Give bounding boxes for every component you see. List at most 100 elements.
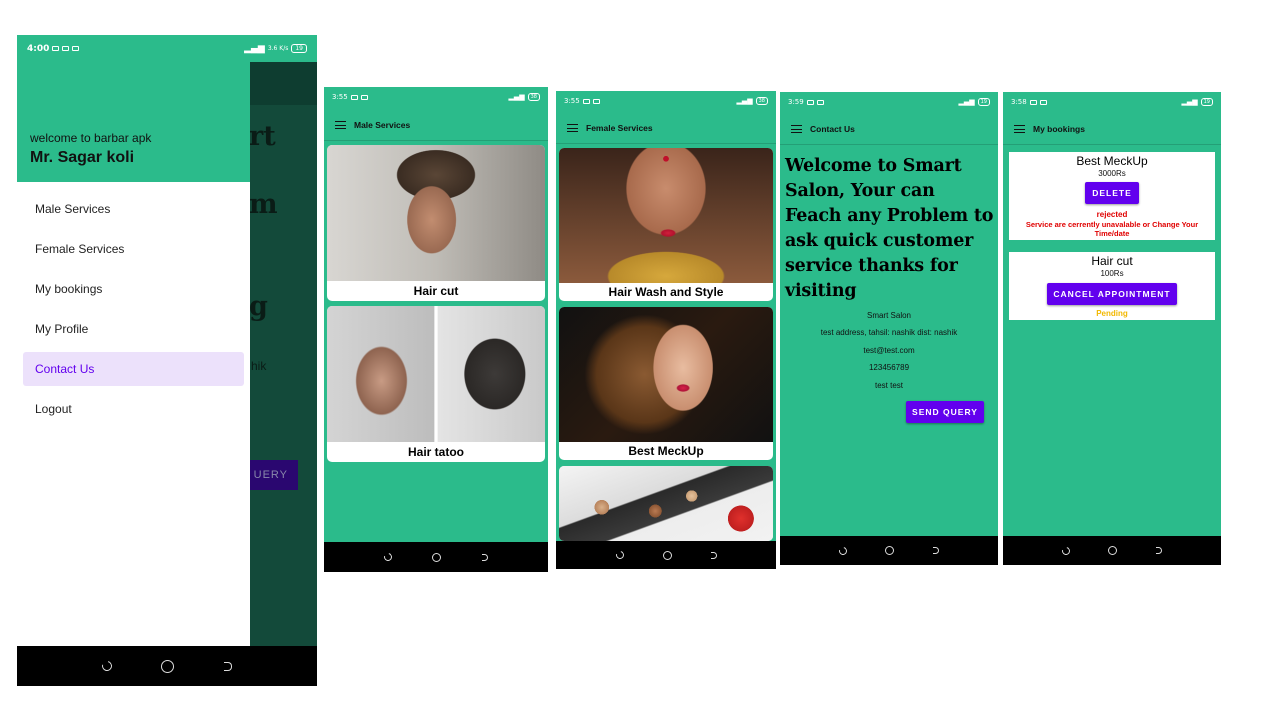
- send-query-button[interactable]: SEND QUERY: [906, 401, 984, 423]
- recent-apps-icon[interactable]: [224, 661, 233, 671]
- system-nav-bar: [17, 646, 317, 686]
- menu-icon[interactable]: [567, 124, 578, 133]
- status-time: 3:55: [332, 93, 348, 101]
- card-label: Best MeckUp: [628, 444, 704, 458]
- back-icon[interactable]: [837, 545, 849, 556]
- salon-phone: 123456789: [868, 363, 910, 372]
- cancel-appointment-button[interactable]: CANCEL APPOINTMENT: [1047, 283, 1177, 305]
- page-title: Contact Us: [810, 124, 855, 134]
- salon-email: test@test.com: [863, 346, 915, 355]
- home-icon[interactable]: [161, 659, 175, 673]
- battery-icon: 38: [755, 97, 768, 105]
- behind-heading-fragment: m: [249, 189, 278, 220]
- signal-icon: ▂▄▆: [1181, 98, 1198, 106]
- recent-apps-icon[interactable]: [481, 553, 488, 561]
- toolbar-divider: [780, 144, 998, 145]
- home-icon[interactable]: [885, 546, 895, 555]
- recent-apps-icon[interactable]: [932, 547, 939, 554]
- recent-apps-icon[interactable]: [710, 551, 717, 559]
- gallery-icon: [1029, 99, 1037, 105]
- drawer-item-logout[interactable]: Logout: [23, 392, 244, 426]
- battery-icon: 19: [291, 44, 307, 53]
- drawer-user-name: Mr. Sagar koli: [30, 149, 135, 166]
- status-time: 3:59: [788, 98, 804, 106]
- app-toolbar: Contact Us: [780, 121, 998, 137]
- behind-query-button: UERY: [247, 460, 298, 490]
- menu-icon[interactable]: [335, 121, 346, 130]
- booking-service-name: Hair cut: [1091, 254, 1133, 268]
- service-card-hair-wash-and-style[interactable]: Hair Wash and Style: [559, 148, 773, 301]
- service-card-hair-tatoo[interactable]: Hair tatoo: [327, 306, 545, 462]
- drawer-item-label: Female Services: [35, 242, 125, 256]
- drawer-item-my-bookings[interactable]: My bookings: [23, 272, 244, 306]
- page-title: Female Services: [586, 123, 653, 133]
- drawer-welcome-text: welcome to barbar apk: [30, 131, 152, 145]
- app-toolbar: Male Services: [324, 117, 548, 133]
- card-label: Hair cut: [413, 284, 459, 298]
- toolbar-divider: [556, 143, 776, 144]
- drawer-item-label: My Profile: [35, 322, 89, 336]
- phone-male-services-screen: 3:55 ▂▄▆ 38 Male Services Hair cut Hair …: [324, 87, 548, 572]
- booking-status-pending: Pending: [1096, 309, 1128, 318]
- home-icon[interactable]: [662, 550, 672, 560]
- status-bar: 3:59 ▂▄▆ 19: [780, 96, 998, 108]
- service-card-hair-cut[interactable]: Hair cut: [327, 145, 545, 301]
- phone-my-bookings-screen: 3:58 ▂▄▆ 19 My bookings Best MeckUp 3000…: [1003, 92, 1221, 565]
- hair-tatoo-image: [327, 306, 545, 442]
- youtube-icon: [1039, 99, 1047, 105]
- menu-icon[interactable]: [1014, 125, 1025, 134]
- behind-text-fragment: hik: [251, 359, 267, 373]
- page-title: My bookings: [1033, 124, 1085, 134]
- salon-extra: test test: [874, 381, 903, 390]
- status-time: 3:55: [564, 97, 580, 105]
- service-card-best-meckup[interactable]: Best MeckUp: [559, 307, 773, 460]
- drawer-header: welcome to barbar apk Mr. Sagar koli: [17, 62, 250, 182]
- signal-icon: ▂▄▆: [736, 97, 753, 105]
- navigation-drawer: welcome to barbar apk Mr. Sagar koli Mal…: [17, 62, 250, 646]
- booking-price: 3000Rs: [1098, 169, 1126, 178]
- home-icon[interactable]: [1108, 546, 1118, 555]
- behind-heading-fragment: g: [249, 291, 268, 322]
- battery-icon: 19: [977, 98, 990, 106]
- phone-female-services-screen: 3:55 ▂▄▆ 38 Female Services Hair Wash an…: [556, 91, 776, 569]
- status-bar: 4:00 ▂▄▆ 3.6 K/s 19: [17, 35, 317, 62]
- delete-booking-button[interactable]: DELETE: [1085, 182, 1139, 204]
- home-icon[interactable]: [432, 552, 442, 562]
- booking-card: Best MeckUp 3000Rs DELETE rejected Servi…: [1009, 152, 1215, 240]
- toolbar-divider: [324, 140, 548, 141]
- bag-icon: [816, 99, 824, 105]
- menu-icon[interactable]: [791, 125, 802, 134]
- recent-apps-icon[interactable]: [1155, 547, 1162, 554]
- drawer-item-my-profile[interactable]: My Profile: [23, 312, 244, 346]
- service-card-makeup-products[interactable]: [559, 466, 773, 541]
- back-icon[interactable]: [99, 659, 114, 673]
- signal-icon: ▂▄▆: [508, 93, 525, 101]
- best-meckup-image: [559, 307, 773, 442]
- hair-wash-image: [559, 148, 773, 283]
- status-bar: 3:55 ▂▄▆ 38: [324, 91, 548, 103]
- bag-icon: [360, 94, 368, 100]
- status-time: 3:58: [1011, 98, 1027, 106]
- drawer-item-label: Logout: [35, 402, 72, 416]
- youtube-icon: [350, 94, 358, 100]
- drawer-item-female-services[interactable]: Female Services: [23, 232, 244, 266]
- back-icon[interactable]: [1060, 545, 1072, 556]
- signal-icon: ▂▄▆: [244, 43, 265, 54]
- card-label: Hair tatoo: [407, 445, 464, 459]
- system-nav-bar: [1003, 536, 1221, 565]
- drawer-item-male-services[interactable]: Male Services: [23, 192, 244, 226]
- back-icon[interactable]: [614, 549, 625, 561]
- makeup-products-image: [559, 466, 773, 541]
- behind-heading-fragment: rt: [249, 121, 276, 152]
- app-toolbar: My bookings: [1003, 121, 1221, 137]
- battery-icon: 19: [1200, 98, 1213, 106]
- phone-contact-us-screen: 3:59 ▂▄▆ 19 Contact Us Welcome to Smart …: [780, 92, 998, 565]
- bag-icon: [62, 46, 70, 51]
- booking-price: 100Rs: [1100, 269, 1124, 278]
- welcome-headline: Welcome to Smart Salon, Your can Feach a…: [785, 156, 994, 301]
- drawer-item-contact-us[interactable]: Contact Us: [23, 352, 244, 386]
- status-bar: 3:55 ▂▄▆ 38: [556, 95, 776, 107]
- youtube-icon: [806, 99, 814, 105]
- back-icon[interactable]: [382, 551, 394, 563]
- drawer-item-label: Contact Us: [35, 362, 95, 376]
